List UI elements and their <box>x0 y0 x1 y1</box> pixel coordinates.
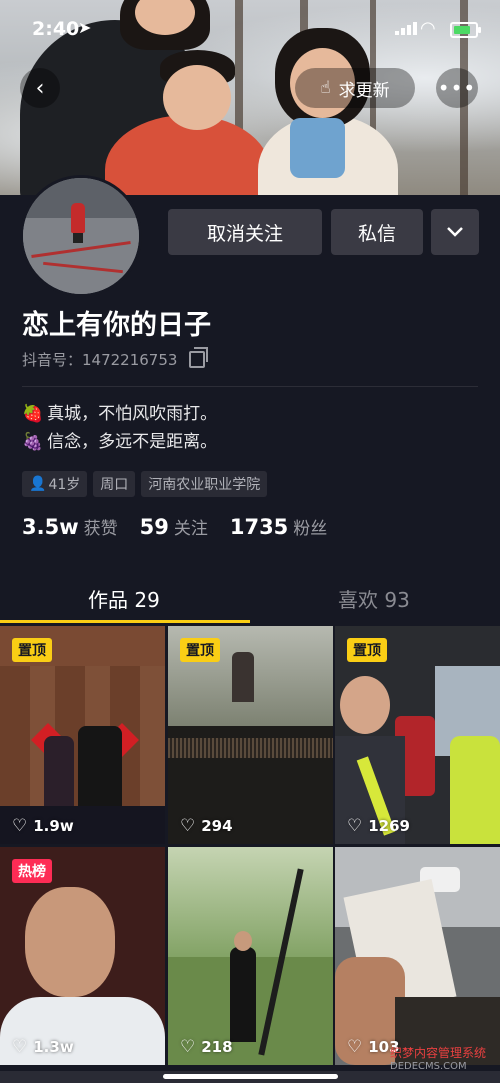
stat-label: 关注 <box>173 519 208 539</box>
bio-text: 真城，不怕风吹雨打。 <box>47 404 218 424</box>
heart-icon: ♡ <box>347 1037 363 1057</box>
tab-works[interactable]: 作品 29 <box>88 584 160 613</box>
thumb-person <box>232 652 254 702</box>
heart-icon: ♡ <box>12 816 28 836</box>
chevron-left-icon: ‹ <box>35 75 45 101</box>
battery-icon <box>450 22 481 38</box>
signal-icon <box>395 22 417 35</box>
bio-text: 信念，多远不是距离。 <box>47 432 218 452</box>
stat-number: 1735 <box>229 515 289 539</box>
bio-line: 🍇 信念，多远不是距离。 <box>22 428 217 456</box>
hot-badge: 热榜 <box>12 859 52 883</box>
home-indicator[interactable] <box>163 1074 338 1079</box>
video-likes: ♡ 1.9w <box>12 816 74 836</box>
strawberry-icon: 🍓 <box>22 404 44 424</box>
thumb-face <box>234 931 252 951</box>
stat-following[interactable]: 59 关注 <box>140 514 208 539</box>
watermark-url: DEDECMS.COM <box>390 1061 467 1072</box>
grapes-icon: 🍇 <box>22 432 44 452</box>
tab-likes[interactable]: 喜欢 93 <box>338 584 410 613</box>
wifi-icon: ◠ <box>420 18 436 39</box>
pinned-badge: 置顶 <box>347 638 387 662</box>
dropdown-button[interactable] <box>431 209 479 255</box>
video-thumbnail[interactable]: 热榜 ♡ 1.3w <box>0 847 165 1065</box>
tag-school: 河南农业职业学院 <box>141 471 268 497</box>
likes-count: 1269 <box>368 817 410 835</box>
heart-icon: ♡ <box>347 816 363 836</box>
video-thumbnail[interactable]: 置顶 ♡ 294 <box>168 626 333 844</box>
watermark: 织梦内容管理系统 DEDECMS.COM <box>390 1046 486 1074</box>
thumb-person <box>450 736 500 844</box>
watermark-title: 织梦内容管理系统 <box>390 1046 487 1060</box>
location-icon: ➤ <box>78 18 92 37</box>
heart-icon: ♡ <box>12 1037 28 1057</box>
video-thumbnail[interactable]: 置顶 ♡ 1.9w <box>0 626 165 844</box>
more-button[interactable]: ••• <box>436 68 478 108</box>
likes-count: 218 <box>201 1038 233 1056</box>
chevron-down-icon <box>447 227 463 237</box>
video-likes: ♡ 218 <box>180 1037 233 1057</box>
avatar[interactable] <box>20 175 142 297</box>
pinned-badge: 置顶 <box>12 638 52 662</box>
unfollow-button[interactable]: 取消关注 <box>168 209 322 255</box>
bio: 🍓 真城，不怕风吹雨打。 🍇 信念，多远不是距离。 <box>22 400 217 456</box>
ellipsis-icon: ••• <box>437 76 477 100</box>
stat-label: 粉丝 <box>293 519 328 539</box>
thumb-face <box>340 676 390 734</box>
pinned-badge: 置顶 <box>180 638 220 662</box>
content-tabs: 作品 29 喜欢 93 <box>0 572 500 624</box>
tag-age-text: 41岁 <box>48 477 81 493</box>
profile-stats: 3.5w 获赞 59 关注 1735 粉丝 <box>22 514 327 539</box>
thumb-face <box>25 887 115 997</box>
heart-icon: ♡ <box>180 816 196 836</box>
bio-line: 🍓 真城，不怕风吹雨打。 <box>22 400 217 428</box>
tag-location: 周口 <box>93 471 136 497</box>
request-update-label: 求更新 <box>338 80 390 101</box>
divider <box>22 386 478 387</box>
tab-indicator <box>0 620 250 623</box>
status-bar: 2:40 ➤ ◠ <box>0 0 500 60</box>
thumb-person <box>230 947 256 1042</box>
likes-count: 1.9w <box>33 817 74 835</box>
back-button[interactable]: ‹ <box>20 68 60 108</box>
message-button[interactable]: 私信 <box>331 209 423 255</box>
video-thumbnail[interactable]: ♡ 218 <box>168 847 333 1065</box>
douyin-id[interactable]: 抖音号：1472216753 <box>22 347 209 370</box>
stat-followers[interactable]: 1735 粉丝 <box>230 514 327 539</box>
copy-icon[interactable] <box>189 347 209 368</box>
status-time: 2:40 <box>32 18 80 40</box>
thumb-person <box>78 726 122 808</box>
video-likes: ♡ 294 <box>180 816 233 836</box>
stat-label: 获赞 <box>83 519 118 539</box>
video-likes: ♡ 1269 <box>347 816 410 836</box>
stat-number: 59 <box>139 515 169 539</box>
stat-likes[interactable]: 3.5w 获赞 <box>22 514 118 539</box>
person-icon: 👤 <box>29 476 47 492</box>
video-grid: 置顶 ♡ 1.9w 置顶 ♡ 294 置顶 ♡ 1269 热榜 ♡ 1.3w ♡… <box>0 626 500 1083</box>
likes-count: 294 <box>201 817 233 835</box>
request-update-button[interactable]: ☝ 求更新 <box>295 68 415 108</box>
thumb-person <box>44 736 74 808</box>
tag-age: 👤 41岁 <box>22 471 88 497</box>
cover-person <box>290 118 345 178</box>
stat-number: 3.5w <box>22 515 79 539</box>
hand-point-icon: ☝ <box>320 78 331 98</box>
likes-count: 1.3w <box>33 1038 74 1056</box>
video-likes: ♡ 1.3w <box>12 1037 74 1057</box>
cover-face <box>163 65 231 130</box>
heart-icon: ♡ <box>180 1037 196 1057</box>
douyin-id-text: 抖音号：1472216753 <box>22 351 178 369</box>
profile-tags: 👤 41岁 周口 河南农业职业学院 <box>22 471 268 497</box>
nickname: 恋上有你的日子 <box>22 310 211 341</box>
video-thumbnail[interactable]: ♡ 103 <box>335 847 500 1065</box>
video-thumbnail[interactable]: 置顶 ♡ 1269 <box>335 626 500 844</box>
thumb-fringe <box>168 738 333 758</box>
avatar-figure <box>71 203 85 243</box>
